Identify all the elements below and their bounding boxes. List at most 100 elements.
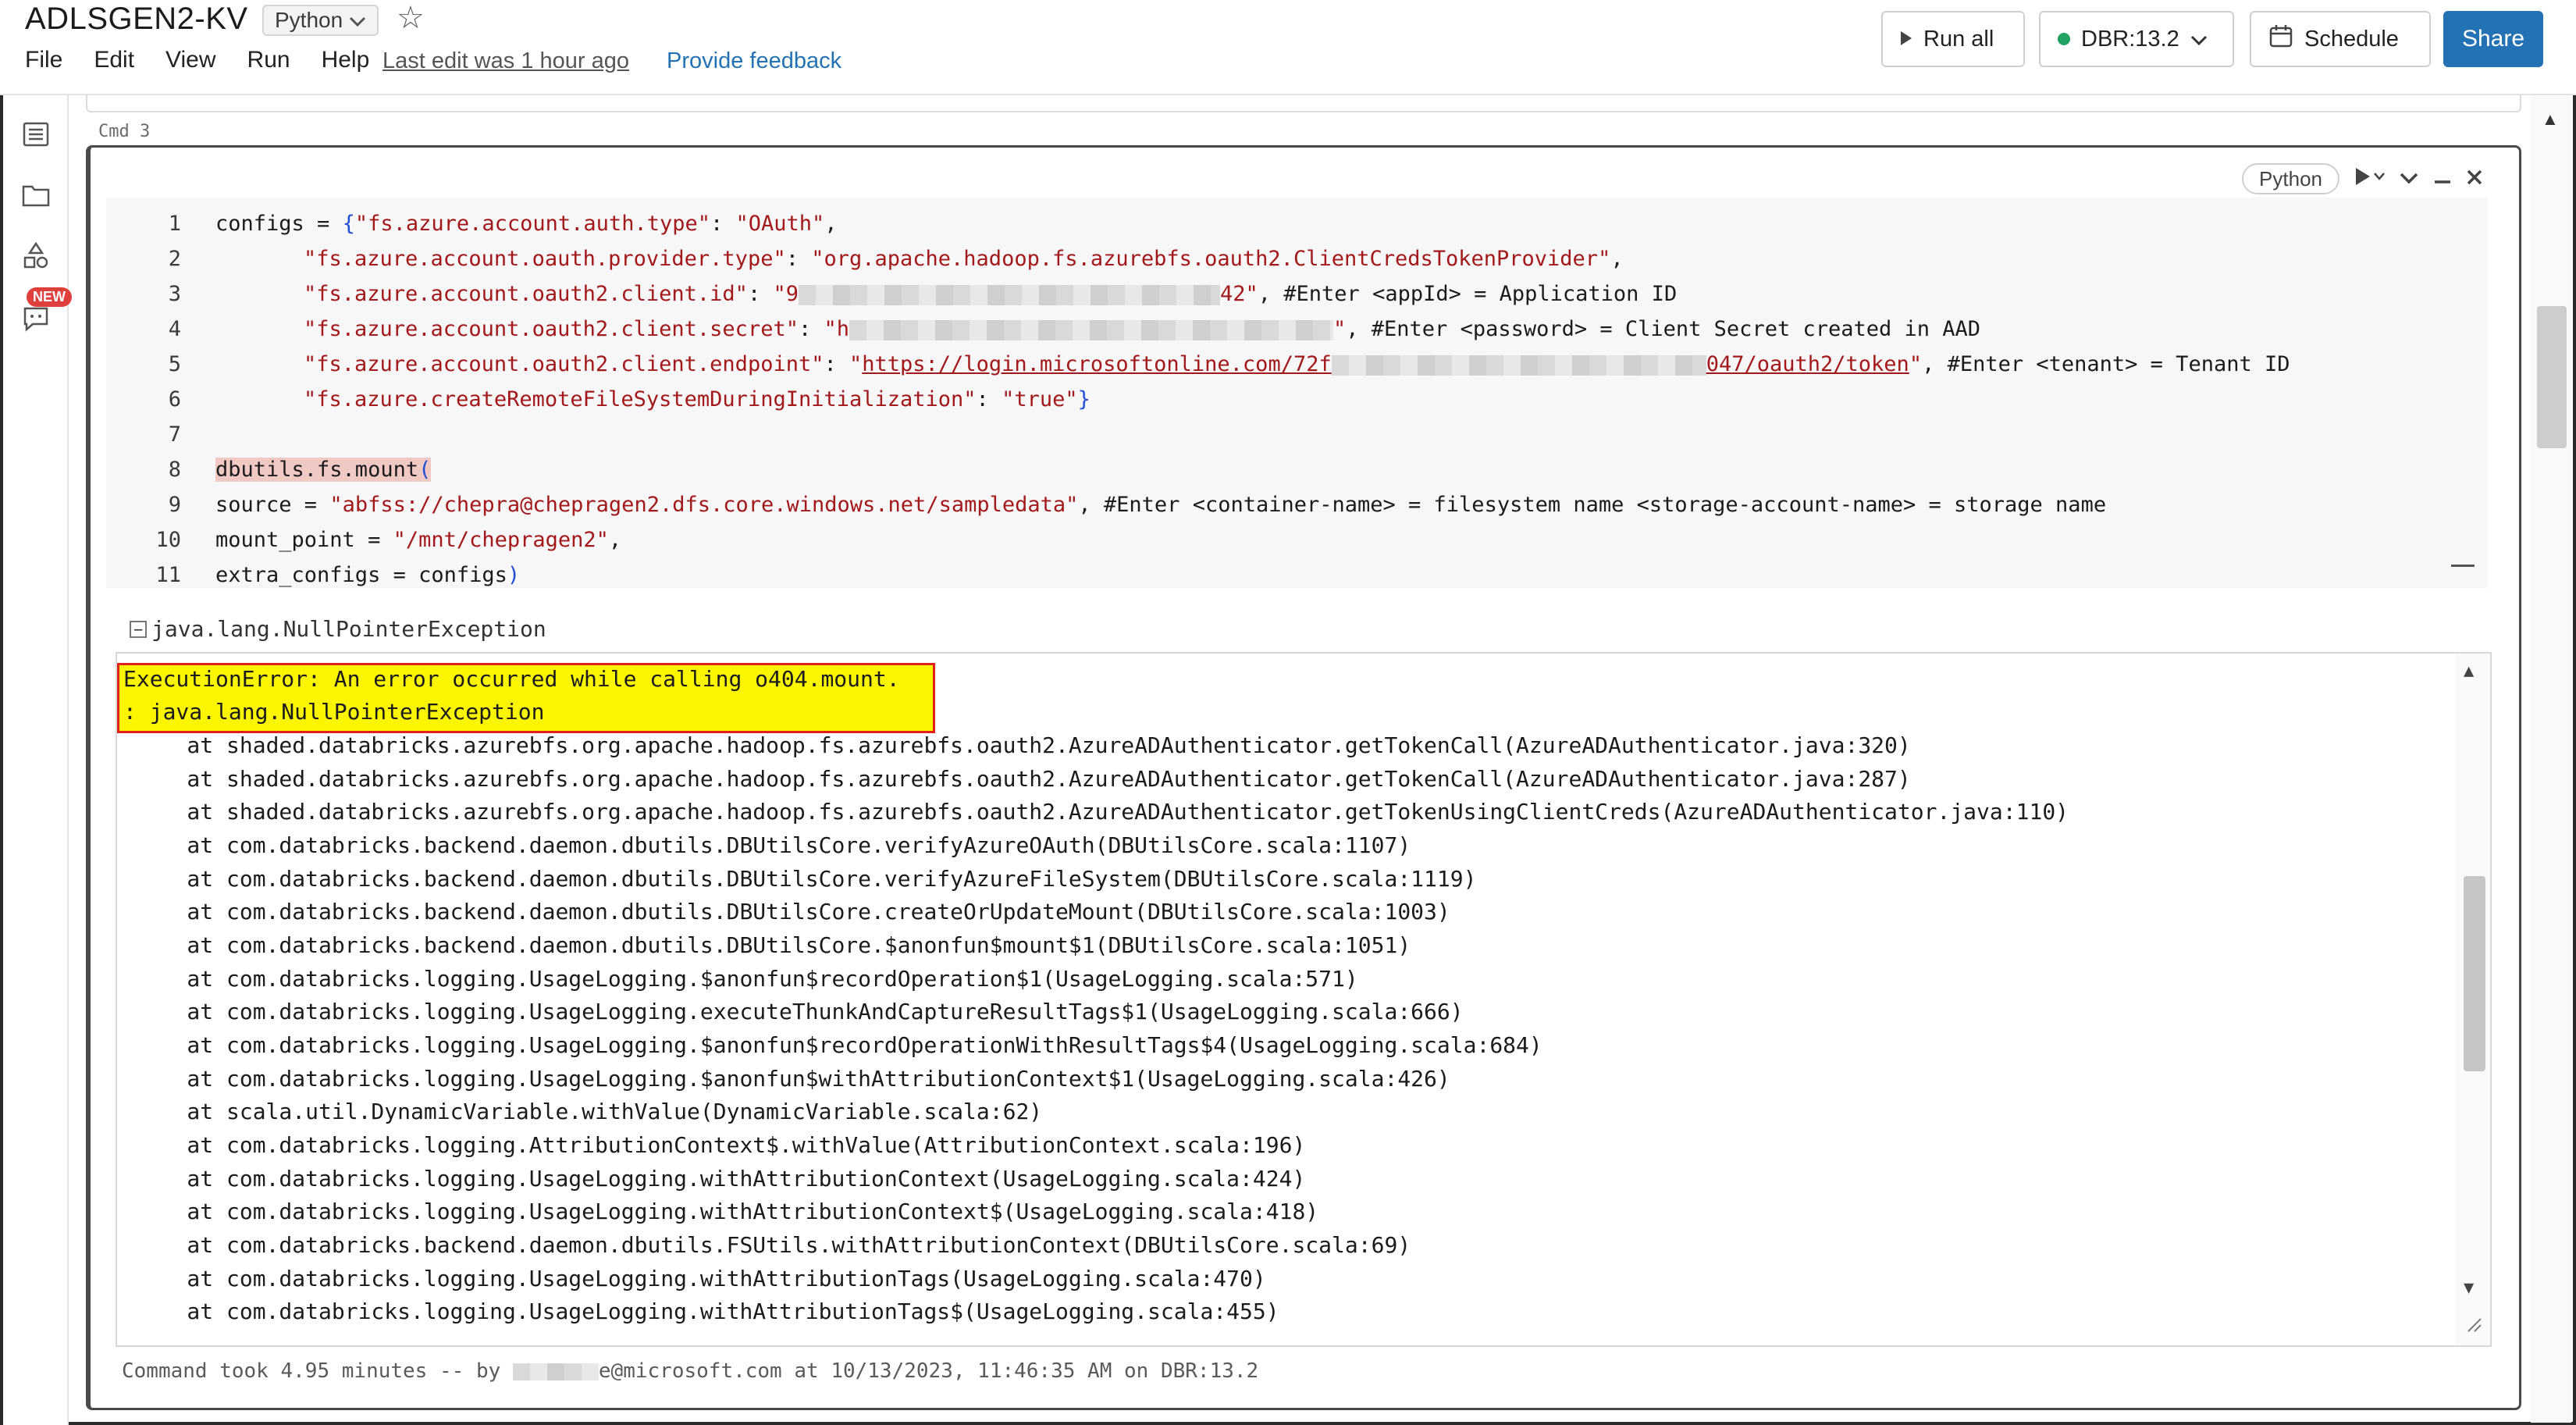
scroll-up-icon[interactable]: ▲: [2542, 109, 2559, 130]
redacted-text: [798, 284, 1220, 305]
cell-language-badge[interactable]: Python: [2242, 163, 2339, 194]
code-line: "fs.azure.account.oauth2.client.secret":…: [304, 317, 1981, 341]
resize-handle-icon[interactable]: [2464, 1314, 2482, 1338]
menu-view[interactable]: View: [165, 47, 215, 73]
command-footer: Command took 4.95 minutes -- by e@micros…: [122, 1359, 1259, 1383]
stack-trace-line: at com.databricks.logging.UsageLogging.$…: [134, 1066, 1450, 1092]
notebook-cell[interactable]: Python 1 2 3 4 5 6 7 8 9 10 11 configs =…: [86, 145, 2521, 1410]
error-message: ExecutionError: An error occurred while …: [123, 666, 900, 692]
calendar-icon: [2268, 23, 2293, 55]
chevron-down-icon[interactable]: [2399, 166, 2419, 191]
redacted-text: [849, 319, 1333, 340]
schedule-label: Schedule: [2304, 26, 2399, 52]
line-number: 11: [155, 563, 181, 587]
left-rail: NEW: [3, 95, 72, 1425]
run-all-label: Run all: [1923, 26, 1994, 52]
cluster-label: DBR:13.2: [2081, 26, 2179, 52]
scroll-down-icon[interactable]: ▼: [2464, 1278, 2474, 1298]
chevron-down-icon: [2190, 27, 2208, 52]
error-message: : java.lang.NullPointerException: [123, 699, 545, 725]
cell-output[interactable]: ExecutionError: An error occurred while …: [116, 652, 2492, 1347]
code-line: source = "abfss://chepra@chepragen2.dfs.…: [215, 493, 2107, 517]
minimize-icon[interactable]: [2433, 166, 2452, 191]
code-line: "fs.azure.account.oauth2.client.endpoint…: [304, 352, 2290, 376]
page-scroll-thumb[interactable]: [2537, 306, 2567, 448]
assistant-chat-icon[interactable]: [20, 303, 52, 334]
run-all-button[interactable]: Run all: [1881, 11, 2025, 67]
stack-trace-line: at com.databricks.logging.UsageLogging.w…: [134, 1199, 1319, 1224]
stack-trace-line: at com.databricks.backend.daemon.dbutils…: [134, 866, 1477, 892]
menu-edit[interactable]: Edit: [94, 47, 134, 73]
folder-icon[interactable]: [20, 180, 52, 211]
stack-trace-line: at com.databricks.backend.daemon.dbutils…: [134, 899, 1450, 924]
stack-trace-line: at shaded.databricks.azurebfs.org.apache…: [134, 732, 1911, 758]
code-line: "fs.azure.createRemoteFileSystemDuringIn…: [304, 387, 1091, 411]
line-number: 3: [168, 282, 181, 306]
exception-toggle[interactable]: − java.lang.NullPointerException: [130, 616, 546, 642]
line-number: 2: [168, 247, 181, 271]
stack-trace-line: at com.databricks.logging.UsageLogging.$…: [134, 1032, 1542, 1058]
code-line: "fs.azure.account.oauth.provider.type": …: [304, 247, 1624, 271]
code-line: extra_configs = configs): [215, 563, 521, 587]
line-number: 6: [168, 387, 181, 411]
output-scroll-thumb[interactable]: [2464, 876, 2485, 1071]
menu-run[interactable]: Run: [247, 47, 290, 73]
line-number: 8: [168, 458, 181, 482]
last-edit-link[interactable]: Last edit was 1 hour ago: [382, 48, 629, 74]
new-badge: NEW: [27, 287, 72, 307]
notebook-title[interactable]: ADLSGEN2-KV: [25, 2, 248, 37]
stack-trace-line: at scala.util.DynamicVariable.withValue(…: [134, 1099, 1043, 1124]
shapes-icon[interactable]: [20, 240, 52, 272]
line-number: 9: [168, 493, 181, 517]
code-line: configs = {"fs.azure.account.auth.type":…: [215, 212, 838, 236]
stack-trace-line: at shaded.databricks.azurebfs.org.apache…: [134, 799, 2069, 825]
line-number: 1: [168, 212, 181, 236]
code-scroll-indicator: [2451, 565, 2475, 567]
previous-cell[interactable]: [86, 95, 2521, 112]
menu-help[interactable]: Help: [322, 47, 370, 73]
stack-trace-line: at com.databricks.logging.AttributionCon…: [134, 1132, 1306, 1158]
stack-trace-line: at shaded.databricks.azurebfs.org.apache…: [134, 766, 1911, 792]
stack-trace-line: at com.databricks.logging.UsageLogging.w…: [134, 1166, 1306, 1192]
cluster-selector[interactable]: DBR:13.2: [2039, 11, 2234, 67]
page-scrollbar[interactable]: ▲: [2531, 95, 2571, 1423]
scroll-up-icon[interactable]: ▲: [2464, 661, 2474, 681]
collapse-icon: −: [130, 620, 147, 638]
table-of-contents-icon[interactable]: [20, 119, 52, 150]
language-label: Python: [275, 8, 343, 32]
menu-bar: File Edit View Run Help: [25, 47, 400, 73]
stack-trace-line: at com.databricks.backend.daemon.dbutils…: [134, 832, 1411, 858]
play-icon: [1900, 27, 1912, 52]
stack-trace-line: at com.databricks.backend.daemon.dbutils…: [134, 932, 1411, 958]
code-line: mount_point = "/mnt/chepragen2",: [215, 528, 622, 552]
code-line: dbutils.fs.mount(: [215, 458, 432, 482]
output-scrollbar[interactable]: ▲ ▼: [2456, 654, 2490, 1345]
exception-title: java.lang.NullPointerException: [151, 616, 546, 642]
stack-trace-line: at com.databricks.logging.UsageLogging.e…: [134, 999, 1464, 1024]
stack-trace-line: at com.databricks.logging.UsageLogging.$…: [134, 966, 1358, 992]
redacted-text: [512, 1363, 599, 1380]
language-selector[interactable]: Python: [262, 5, 379, 36]
line-number: 4: [168, 317, 181, 341]
stack-trace-line: at com.databricks.logging.UsageLogging.w…: [134, 1299, 1279, 1324]
stack-trace-line: at com.databricks.backend.daemon.dbutils…: [134, 1232, 1411, 1258]
share-button[interactable]: Share: [2443, 11, 2543, 67]
cell-toolbar: Python: [2242, 163, 2483, 194]
close-icon[interactable]: [2466, 166, 2483, 191]
code-editor[interactable]: 1 2 3 4 5 6 7 8 9 10 11 configs = {"fs.a…: [106, 198, 2487, 588]
star-icon[interactable]: ☆: [397, 0, 425, 36]
line-number: 10: [155, 528, 181, 552]
line-number: 7: [168, 422, 181, 447]
cell-command-label: Cmd 3: [98, 122, 151, 141]
chevron-down-icon: [349, 8, 366, 33]
code-line: "fs.azure.account.oauth2.client.id": "9 4…: [304, 282, 1678, 306]
line-number: 5: [168, 352, 181, 376]
menu-file[interactable]: File: [25, 47, 62, 73]
schedule-button[interactable]: Schedule: [2250, 11, 2431, 67]
stack-trace-line: at com.databricks.logging.UsageLogging.w…: [134, 1266, 1266, 1291]
run-cell-icon[interactable]: [2354, 166, 2385, 193]
cluster-status-icon: [2058, 33, 2070, 45]
provide-feedback-link[interactable]: Provide feedback: [667, 48, 841, 74]
redacted-text: [1331, 354, 1706, 376]
notebook-header: ADLSGEN2-KV Python ☆ File Edit View Run …: [0, 0, 2576, 95]
